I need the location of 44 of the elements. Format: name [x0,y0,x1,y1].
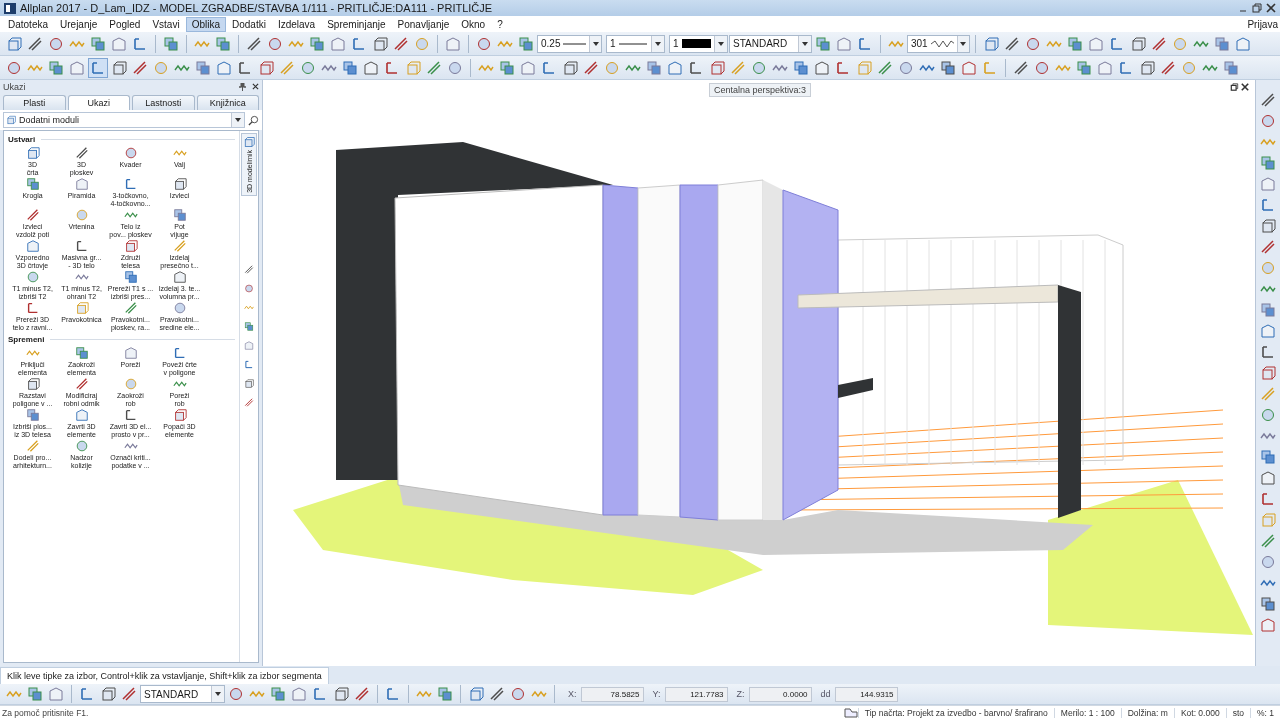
command-prompt: Klik leve tipke za izbor, Control+klik za vstavljanje, Shift+klik za izbor segmenta [0,667,329,684]
module-dropdown[interactable]: Dodatni moduli [3,112,245,128]
section-title: Spremeni [8,335,45,344]
panel-tab[interactable]: Lastnosti [132,95,195,110]
panel-title: Ukazi [3,81,27,92]
login-link[interactable]: Prijava [1247,18,1278,30]
status-field: Kot: 0.000 [1173,708,1226,718]
status-field: Merilo: 1 : 100 [1053,708,1121,718]
coordinate-label: dd [820,689,831,699]
menu-item[interactable]: Ponavljanje [391,16,456,32]
menu-item[interactable]: Spreminjanje [321,16,392,32]
menu-item[interactable]: Urejanje [54,16,104,32]
coordinate-label: Y: [652,689,661,699]
status-field: %: 1 [1250,708,1280,718]
status-field: Tip načrta: Projekt za izvedbo - barvno/ šrafirano [857,708,1054,718]
status-field: Dolžina: m [1120,708,1174,718]
menu-item[interactable]: Vstavi [146,16,186,32]
menu-item[interactable]: Dodatki [226,16,272,32]
menu-item[interactable]: Oblika [185,16,226,32]
status-field: sto [1225,708,1250,718]
help-text: Za pomoč pritisnite F1. [1,708,90,718]
menu-item[interactable]: ? [491,16,509,32]
style-dropdown[interactable]: STANDARD [140,685,225,703]
line-color-dropdown[interactable]: 1 [669,34,728,53]
pen-thickness-dropdown[interactable]: 0.25 [537,34,602,53]
coordinate-field[interactable]: 144.9315 [834,686,898,702]
style-dropdown[interactable]: STANDARD [729,34,812,53]
hatch-dropdown[interactable]: 301 [907,34,970,53]
coordinate-label: Z: [736,689,745,699]
panel-tab[interactable]: Knjižnica [196,95,259,110]
panel-tab[interactable]: Plasti [3,95,66,110]
menu-item[interactable]: Izdelava [271,16,322,32]
panel-tab[interactable]: Ukazi [67,95,130,110]
coordinate-field[interactable]: 78.5825 [580,686,644,702]
window-title: Allplan 2017 - D_Lam_IDZ - MODEL ZGRADBE/STAVBA 1/111 - PRITLIČJE:DA111 - PRITLIČJE [20,2,494,14]
section-title: Ustvari [8,135,36,144]
menu-item[interactable]: Okno [455,16,492,32]
view-tooltip: Centalna perspektiva:3 [709,83,812,97]
menu-item[interactable]: Datoteka [2,16,55,32]
menu-item[interactable]: Pogled [103,16,147,32]
coordinate-field[interactable]: 121.7783 [664,686,728,702]
coordinate-label: X: [568,689,577,699]
coordinate-field[interactable]: 0.0000 [748,686,812,702]
line-type-dropdown[interactable]: 1 [606,34,665,53]
